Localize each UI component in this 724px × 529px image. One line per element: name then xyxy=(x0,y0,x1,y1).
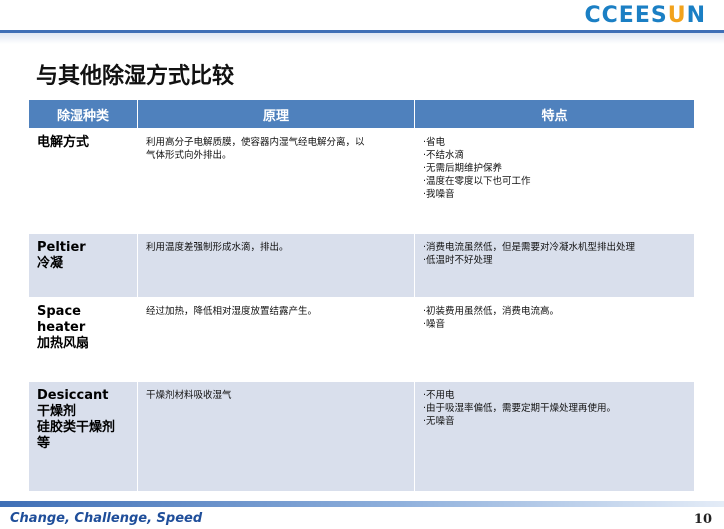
header-principle: 原理 xyxy=(137,99,415,129)
row-principle: 干燥剂材料吸收湿气 xyxy=(137,381,415,492)
page-title: 与其他除湿方式比较 xyxy=(36,64,235,89)
header-band xyxy=(0,30,724,44)
row-principle: 经过加热，降低相对湿度放置结露产生。 xyxy=(137,297,415,382)
row-features: ·省电 ·不结水滴 ·无需后期维护保养 ·温度在零度以下也可工作 ·我噪音 xyxy=(414,128,695,234)
table-row: Peltier 冷凝 利用温度差强制形成水滴，排出。 ·消费电流虽然低，但是需要… xyxy=(28,233,695,298)
row-type-name: Space heater 加热风扇 xyxy=(28,297,138,382)
table-row: Desiccant 干燥剂 硅胶类干燥剂 等 干燥剂材料吸收湿气 ·不用电 ·由… xyxy=(28,381,695,492)
row-principle: 利用高分子电解质膜，使容器内湿气经电解分离，以 气体形式向外排出。 xyxy=(137,128,415,234)
header-type: 除湿种类 xyxy=(28,99,138,129)
footer-band xyxy=(0,501,724,507)
row-type-name: Desiccant 干燥剂 硅胶类干燥剂 等 xyxy=(28,381,138,492)
row-type-name: 电解方式 xyxy=(28,128,138,234)
comparison-table: 除湿种类 原理 特点 电解方式 利用高分子电解质膜，使容器内湿气经电解分离，以 … xyxy=(28,99,695,492)
row-features: ·不用电 ·由于吸湿率偏低，需要定期干燥处理再使用。 ·无噪音 xyxy=(414,381,695,492)
row-type-name: Peltier 冷凝 xyxy=(28,233,138,298)
row-features: ·初装费用虽然低，消费电流高。 ·噪音 xyxy=(414,297,695,382)
header-features: 特点 xyxy=(414,99,695,129)
page-number: 10 xyxy=(693,512,712,527)
row-features: ·消费电流虽然低，但是需要对冷凝水机型排出处理 ·低温时不好处理 xyxy=(414,233,695,298)
table-row: 电解方式 利用高分子电解质膜，使容器内湿气经电解分离，以 气体形式向外排出。 ·… xyxy=(28,128,695,234)
company-logo: CCEESUN xyxy=(584,3,706,28)
table-header-row: 除湿种类 原理 特点 xyxy=(28,99,695,129)
row-principle: 利用温度差强制形成水滴，排出。 xyxy=(137,233,415,298)
footer-tagline: Change, Challenge, Speed xyxy=(10,511,203,526)
table-row: Space heater 加热风扇 经过加热，降低相对湿度放置结露产生。 ·初装… xyxy=(28,297,695,382)
